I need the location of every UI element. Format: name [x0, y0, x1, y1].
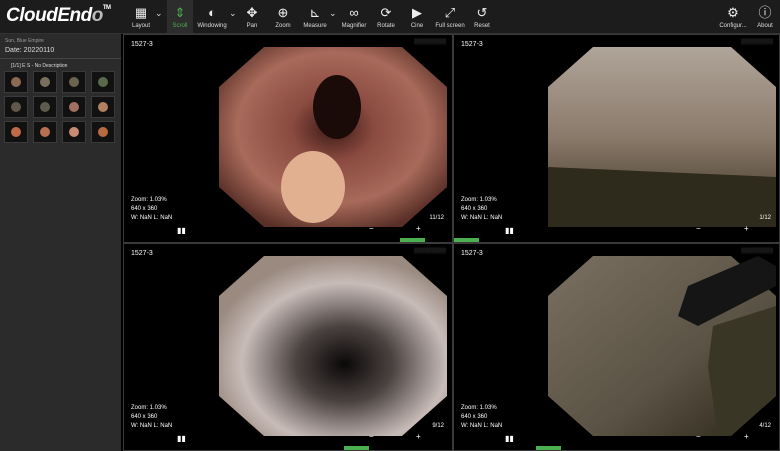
viewport-bottom-right[interactable]: 1527-3 ▒▒▒▒▒▒▒▒▒ Zoom: 1.03% 640 x 360 W…: [453, 243, 780, 451]
viewport-top-left[interactable]: 1527-3 ▒▒▒▒▒▒▒▒▒ Zoom: 1.03% 640 x 360 W…: [123, 34, 453, 243]
plus-icon[interactable]: +: [416, 224, 421, 233]
windowing-dropdown-chevron-icon[interactable]: ⌄: [229, 8, 237, 19]
minus-icon[interactable]: −: [369, 432, 374, 441]
binoculars-icon: ∞: [349, 5, 359, 20]
endoscopy-image: [219, 256, 447, 436]
help-icon: ⓘ: [758, 5, 772, 20]
expand-icon: ⤢: [444, 5, 456, 20]
gears-icon: ⚙: [727, 5, 739, 20]
zoom-icon: ⊕: [277, 5, 289, 20]
rotate-button[interactable]: ⟳ Rotate: [373, 0, 399, 33]
plus-icon[interactable]: +: [416, 432, 421, 441]
about-button[interactable]: ⓘ About: [752, 0, 778, 33]
frame-counter: 11/12: [429, 215, 444, 221]
grid-icon: ▦: [134, 5, 148, 20]
contrast-icon: ◐: [208, 5, 216, 20]
divider: [0, 58, 121, 59]
pan-button[interactable]: ✥ Pan: [240, 0, 264, 33]
series-id: 1527-3: [131, 250, 153, 257]
pause-icon[interactable]: ▮▮: [505, 226, 514, 235]
thumbnail[interactable]: [62, 96, 86, 118]
scroll-button[interactable]: ⇕ Scroll: [167, 0, 193, 33]
series-id: 1527-3: [461, 41, 483, 48]
play-icon: ▶: [412, 5, 422, 20]
thumbnail[interactable]: [62, 71, 86, 93]
study-sidebar: Sun, Blue Empire Date: 20220110 [1/1] E …: [0, 34, 121, 451]
rotate-icon: ⟳: [380, 5, 392, 20]
thumbnail[interactable]: [33, 96, 57, 118]
thumbnail[interactable]: [91, 121, 115, 143]
progress-indicator: [536, 446, 561, 450]
frame-counter: 1/12: [759, 215, 771, 221]
plus-icon[interactable]: +: [744, 432, 749, 441]
header-blur: ▒▒▒▒▒▒▒▒▒: [414, 248, 446, 254]
overlay-info: Zoom: 1.03% 640 x 360 W: NaN L: NaN: [461, 405, 503, 429]
header-blur: ▒▒▒▒▒▒▒▒▒: [741, 39, 773, 45]
magnifier-button[interactable]: ∞ Magnifier: [339, 0, 369, 33]
configure-button[interactable]: ⚙ Configur...: [716, 0, 750, 33]
cloudendo-logo: CloudEndoTM: [6, 5, 111, 26]
endoscopy-image: [548, 256, 776, 436]
patient-name: Sun, Blue Empire: [5, 38, 44, 44]
fullscreen-button[interactable]: ⤢ Full screen: [432, 0, 468, 33]
plus-icon[interactable]: +: [744, 224, 749, 233]
thumbnail[interactable]: [91, 71, 115, 93]
thumbnail[interactable]: [4, 121, 28, 143]
minus-icon[interactable]: −: [369, 224, 374, 233]
progress-indicator: [344, 446, 369, 450]
endoscopy-image: [219, 47, 447, 227]
zoom-button[interactable]: ⊕ Zoom: [270, 0, 296, 33]
pause-icon[interactable]: ▮▮: [505, 434, 514, 443]
move-icon: ✥: [246, 5, 258, 20]
progress-indicator: [454, 238, 479, 242]
thumbnail[interactable]: [33, 71, 57, 93]
study-date: Date: 20220110: [5, 47, 55, 54]
viewport-top-right[interactable]: 1527-3 ▒▒▒▒▒▒▒▒▒ Zoom: 1.03% 640 x 360 W…: [453, 34, 780, 243]
ruler-icon: ⊾: [309, 5, 321, 20]
series-id: 1527-3: [461, 250, 483, 257]
viewport-bottom-left[interactable]: 1527-3 ▒▒▒▒▒▒▒▒▒ Zoom: 1.03% 640 x 360 W…: [123, 243, 453, 451]
endoscopy-image: [548, 47, 776, 227]
frame-counter: 4/12: [759, 423, 771, 429]
cine-button[interactable]: ▶ Cine: [405, 0, 429, 33]
overlay-info: Zoom: 1.03% 640 x 360 W: NaN L: NaN: [461, 197, 503, 221]
series-label: [1/1] E S - No Description: [11, 63, 68, 69]
pause-icon[interactable]: ▮▮: [177, 434, 186, 443]
series-id: 1527-3: [131, 41, 153, 48]
header-blur: ▒▒▒▒▒▒▒▒▒: [414, 39, 446, 45]
layout-button[interactable]: ▦ Layout: [126, 0, 156, 33]
minus-icon[interactable]: −: [696, 224, 701, 233]
overlay-info: Zoom: 1.03% 640 x 360 W: NaN L: NaN: [131, 197, 173, 221]
thumbnail[interactable]: [4, 71, 28, 93]
layout-dropdown-chevron-icon[interactable]: ⌄: [155, 8, 163, 19]
measure-button[interactable]: ⊾ Measure: [300, 0, 330, 33]
pause-icon[interactable]: ▮▮: [177, 226, 186, 235]
reset-button[interactable]: ↺ Reset: [470, 0, 494, 33]
windowing-button[interactable]: ◐ Windowing: [195, 0, 229, 33]
thumbnail[interactable]: [62, 121, 86, 143]
header-blur: ▒▒▒▒▒▒▒▒▒: [741, 248, 773, 254]
progress-indicator: [400, 238, 425, 242]
thumbnail[interactable]: [4, 96, 28, 118]
toolbar: CloudEndoTM ▦ Layout ⌄ ⇕ Scroll ◐ Window…: [0, 0, 780, 34]
minus-icon[interactable]: −: [696, 432, 701, 441]
thumbnail[interactable]: [91, 96, 115, 118]
viewport-grid: 1527-3 ▒▒▒▒▒▒▒▒▒ Zoom: 1.03% 640 x 360 W…: [123, 34, 780, 451]
overlay-info: Zoom: 1.03% 640 x 360 W: NaN L: NaN: [131, 405, 173, 429]
scroll-arrows-icon: ⇕: [174, 5, 186, 20]
undo-icon: ↺: [476, 5, 488, 20]
measure-dropdown-chevron-icon[interactable]: ⌄: [329, 8, 337, 19]
thumbnail[interactable]: [33, 121, 57, 143]
frame-counter: 9/12: [432, 423, 444, 429]
